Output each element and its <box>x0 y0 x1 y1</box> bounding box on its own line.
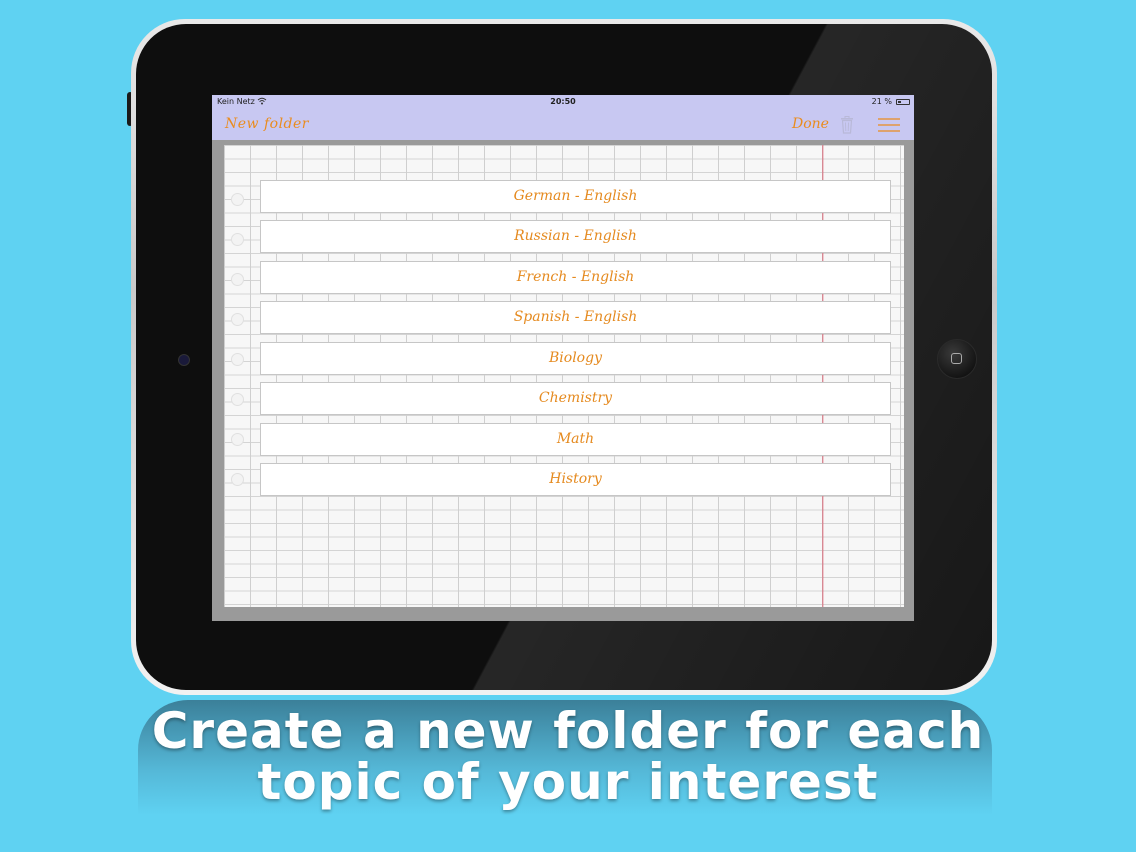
binder-hole <box>231 233 244 246</box>
trash-icon[interactable] <box>840 116 854 134</box>
app-screen: Kein Netz 20:50 21 % New folder Done Ger… <box>212 95 914 621</box>
status-time: 20:50 <box>550 97 576 106</box>
binder-hole <box>231 433 244 446</box>
binder-hole <box>231 193 244 206</box>
folder-item[interactable]: Biology <box>260 342 891 375</box>
done-button[interactable]: Done <box>792 116 829 132</box>
folder-item[interactable]: Chemistry <box>260 382 891 415</box>
folder-item[interactable]: Math <box>260 423 891 456</box>
caption-line-2: topic of your interest <box>257 753 879 811</box>
camera-icon <box>178 354 190 366</box>
binder-hole <box>231 473 244 486</box>
folder-item[interactable]: Russian - English <box>260 220 891 253</box>
status-bar: Kein Netz 20:50 21 % <box>212 95 914 110</box>
menu-icon[interactable] <box>878 118 900 132</box>
binder-hole <box>231 273 244 286</box>
new-folder-button[interactable]: New folder <box>225 116 309 132</box>
battery-label: 21 % <box>871 97 892 106</box>
folder-item[interactable]: German - English <box>260 180 891 213</box>
caption-line-1: Create a new folder for each <box>151 702 985 760</box>
battery-icon <box>896 99 910 105</box>
binder-hole <box>231 313 244 326</box>
folder-item[interactable]: Spanish - English <box>260 301 891 334</box>
home-button[interactable] <box>937 339 977 379</box>
binder-hole <box>231 393 244 406</box>
folder-item[interactable]: History <box>260 463 891 496</box>
nav-bar: New folder Done <box>212 110 914 140</box>
grid-paper-background <box>224 145 904 607</box>
binder-hole <box>231 353 244 366</box>
binder-holes <box>224 145 250 607</box>
folder-item[interactable]: French - English <box>260 261 891 294</box>
